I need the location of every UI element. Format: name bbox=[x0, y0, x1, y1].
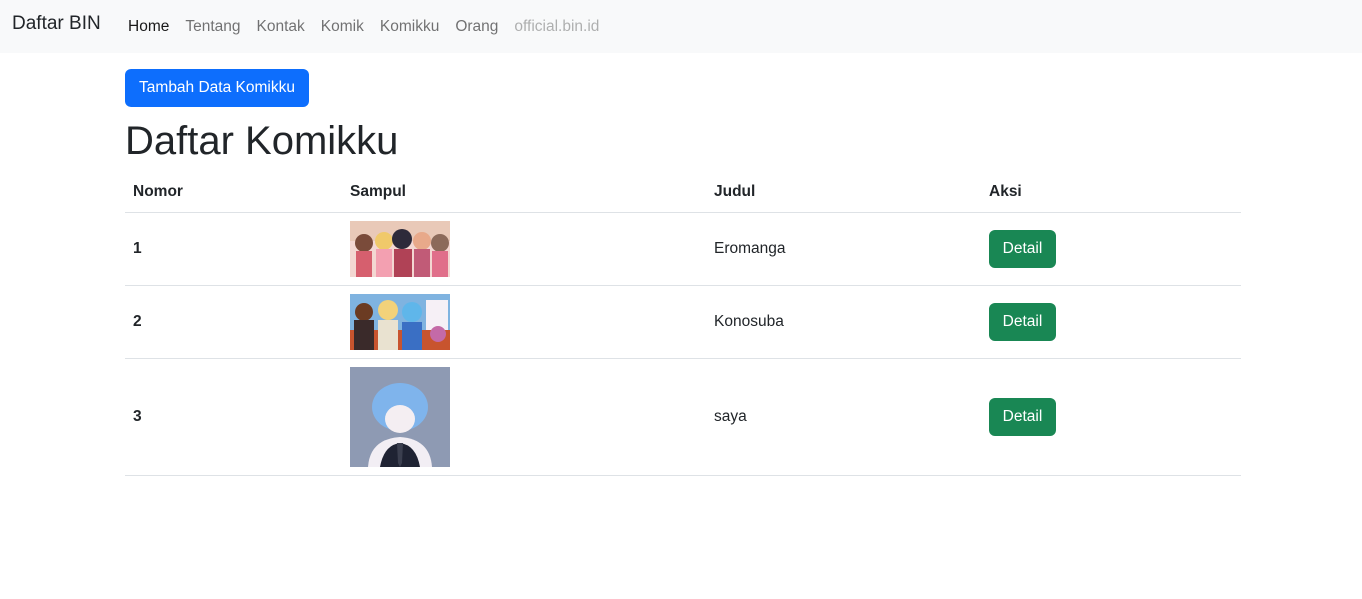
table-row: 3 saya Detail bbox=[125, 358, 1241, 476]
row-cover-cell bbox=[342, 358, 706, 476]
nav-link-tentang[interactable]: Tentang bbox=[177, 18, 248, 36]
cover-image bbox=[350, 366, 450, 467]
navbar-brand[interactable]: Daftar BIN bbox=[12, 13, 101, 35]
row-title: Konosuba bbox=[706, 285, 981, 359]
header-sampul: Sampul bbox=[342, 172, 706, 213]
detail-button[interactable]: Detail bbox=[989, 229, 1056, 268]
detail-button[interactable]: Detail bbox=[989, 397, 1056, 436]
comics-table: Nomor Sampul Judul Aksi 1 Eromanga Detai… bbox=[125, 172, 1241, 476]
table-header-row: Nomor Sampul Judul Aksi bbox=[125, 172, 1241, 213]
nav-link-komik[interactable]: Komik bbox=[313, 18, 372, 36]
navbar: Daftar BIN Home Tentang Kontak Komik Kom… bbox=[0, 0, 1362, 53]
table-row: 1 Eromanga Detail bbox=[125, 212, 1241, 286]
row-cover-cell bbox=[342, 285, 706, 359]
row-number: 1 bbox=[125, 212, 342, 286]
add-comic-button[interactable]: Tambah Data Komikku bbox=[125, 69, 309, 107]
row-action-cell: Detail bbox=[981, 285, 1241, 359]
row-action-cell: Detail bbox=[981, 358, 1241, 476]
row-cover-cell bbox=[342, 212, 706, 286]
nav-link-orang[interactable]: Orang bbox=[447, 18, 506, 36]
nav-link-official: official.bin.id bbox=[514, 17, 600, 35]
cover-image bbox=[350, 293, 450, 350]
cover-image bbox=[350, 220, 450, 277]
nav-links: Home Tentang Kontak Komik Komikku Orang … bbox=[120, 0, 607, 53]
header-aksi: Aksi bbox=[981, 172, 1241, 213]
row-number: 2 bbox=[125, 285, 342, 359]
header-judul: Judul bbox=[706, 172, 981, 213]
row-action-cell: Detail bbox=[981, 212, 1241, 286]
header-nomor: Nomor bbox=[125, 172, 342, 213]
detail-button[interactable]: Detail bbox=[989, 302, 1056, 341]
table-row: 2 Konosuba Detail bbox=[125, 285, 1241, 359]
row-title: Eromanga bbox=[706, 212, 981, 286]
nav-link-home[interactable]: Home bbox=[120, 18, 177, 36]
row-number: 3 bbox=[125, 358, 342, 476]
row-title: saya bbox=[706, 358, 981, 476]
page-title: Daftar Komikku bbox=[125, 119, 399, 163]
nav-link-komikku[interactable]: Komikku bbox=[372, 18, 447, 36]
nav-link-kontak[interactable]: Kontak bbox=[249, 18, 313, 36]
